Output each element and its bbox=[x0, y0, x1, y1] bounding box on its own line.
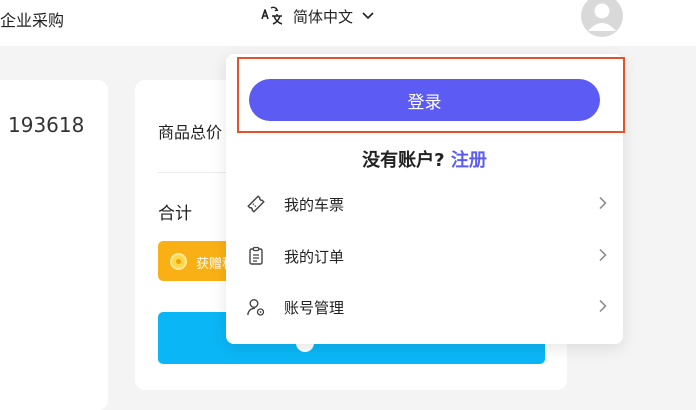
menu-item-label: 我的车票 bbox=[284, 195, 345, 214]
sum-label: 合计 bbox=[158, 204, 192, 224]
menu-item-label: 我的订单 bbox=[284, 247, 345, 266]
register-link[interactable]: 注册 bbox=[451, 150, 487, 171]
menu-item-my-orders[interactable]: 我的订单 bbox=[246, 238, 608, 274]
goods-total-label: 商品总价 bbox=[158, 123, 223, 142]
order-number: 193618 bbox=[8, 113, 85, 137]
user-avatar-icon[interactable] bbox=[580, 0, 624, 38]
no-account-row: 没有账户? 注册 bbox=[226, 146, 623, 172]
language-switcher[interactable]: 简体中文 bbox=[259, 5, 375, 27]
menu-item-account-management[interactable]: 账号管理 bbox=[246, 289, 608, 325]
chevron-right-icon bbox=[598, 195, 608, 214]
language-label: 简体中文 bbox=[293, 7, 354, 26]
nav-link-enterprise-purchase[interactable]: 企业采购 bbox=[0, 7, 64, 31]
chevron-down-icon bbox=[361, 11, 375, 21]
menu-item-label: 账号管理 bbox=[284, 298, 345, 317]
account-settings-icon bbox=[246, 297, 266, 317]
chevron-right-icon bbox=[598, 298, 608, 317]
order-list-icon bbox=[246, 246, 266, 266]
menu-item-my-tickets[interactable]: 我的车票 bbox=[246, 186, 608, 222]
chevron-right-icon bbox=[598, 247, 608, 266]
translate-icon bbox=[259, 5, 285, 27]
login-button[interactable]: 登录 bbox=[249, 79, 600, 121]
ticket-icon bbox=[246, 194, 266, 214]
no-account-text: 没有账户? bbox=[362, 150, 445, 171]
coin-icon bbox=[170, 253, 187, 270]
